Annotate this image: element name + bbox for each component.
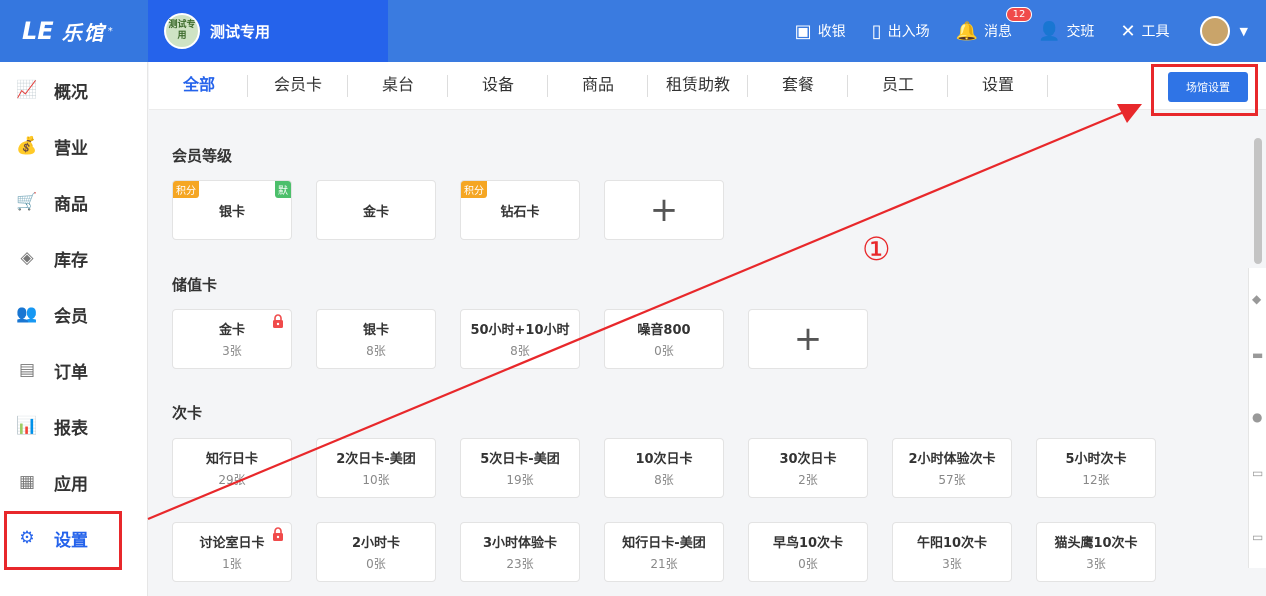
- step-marker: ①: [862, 230, 891, 268]
- annotation-arrow: [147, 104, 1142, 521]
